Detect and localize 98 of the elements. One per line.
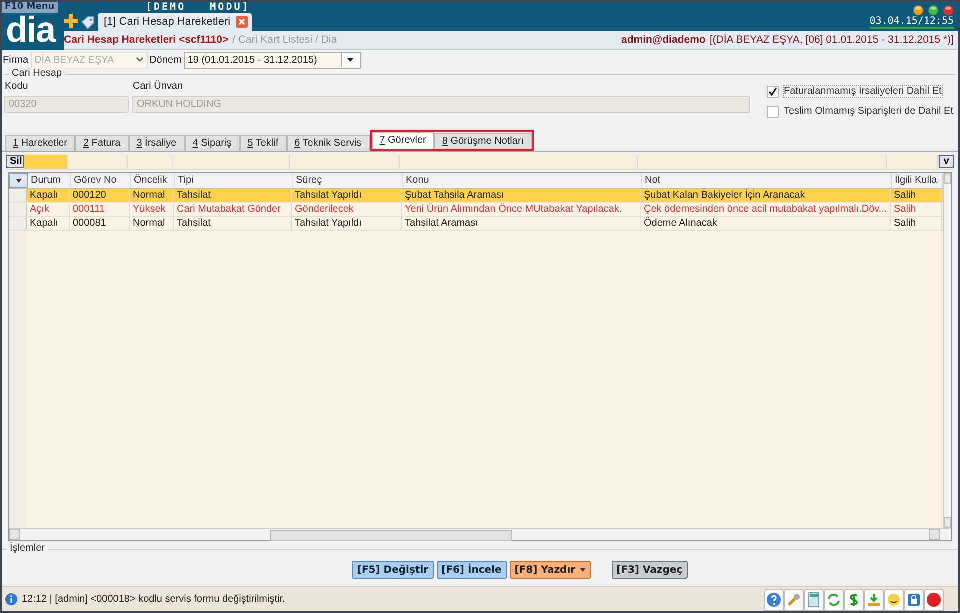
smiley-icon: [885, 591, 903, 609]
table-cell: Yeni Ürün Alımından Önce MUtabakat Yapılacak.: [402, 203, 641, 216]
user-name: admin@diademo: [621, 34, 706, 46]
column-header[interactable]: Konu: [403, 173, 642, 188]
minimize-button[interactable]: [913, 5, 924, 16]
group-title: İşlemler: [7, 543, 48, 554]
wrench-button[interactable]: [784, 589, 804, 611]
tab[interactable]: 4 Sipariş: [184, 135, 240, 151]
form-title: Cari Hesap Hareketleri <scf1110>: [64, 34, 229, 46]
dollar-button[interactable]: [844, 589, 864, 611]
lock-button[interactable]: [904, 589, 924, 611]
action-button[interactable]: [F8] Yazdır: [510, 561, 591, 579]
table-cell: Salih: [891, 189, 942, 202]
table-cell: Kapalı: [27, 189, 70, 202]
document-tab[interactable]: [1] Cari Hesap Hareketleri: [98, 13, 252, 31]
table-cell: Salih: [891, 217, 942, 230]
download-button[interactable]: [864, 589, 884, 611]
stop-icon: [925, 591, 943, 609]
tab[interactable]: 6 Teknik Servis: [286, 135, 370, 151]
tab[interactable]: 3 İrsaliye: [128, 135, 185, 151]
action-button[interactable]: [F3] Vazgeç: [612, 561, 688, 579]
table-cell: Cari Mutabakat Gönder: [174, 203, 292, 216]
tab[interactable]: 1 Hareketler: [5, 135, 76, 151]
refresh-icon: [825, 591, 843, 609]
caret-icon: [580, 568, 586, 572]
table-cell: Çek ödemesinden önce acil mutabakat yapılmalı.Döv...: [641, 203, 891, 216]
lock-icon: [905, 591, 923, 609]
help-icon: [765, 591, 783, 609]
info-icon: [5, 592, 18, 606]
session-info: [(DİA BEYAZ EŞYA, [06] 01.01.2015 - 31.12.2015 *)]: [710, 34, 954, 46]
filter-cell[interactable]: [24, 154, 68, 168]
status-message: 12:12 | [admin] <000018> kodlu servis formu değiştirilmiştir.: [22, 594, 286, 604]
column-header[interactable]: Görev No: [71, 173, 131, 188]
table-cell: Normal: [130, 217, 174, 230]
breadcrumb-path: / Cari Kart Listesi / Dia: [232, 34, 338, 46]
table-cell: Tahsilat Yapıldı: [292, 217, 402, 230]
group-title: Cari Hesap: [9, 68, 66, 79]
calculator-button[interactable]: [804, 589, 824, 611]
column-header[interactable]: Durum: [28, 173, 71, 188]
table-cell: Gönderilecek: [292, 203, 402, 216]
stop-button[interactable]: [924, 589, 944, 611]
action-button[interactable]: [F6] İncele: [436, 561, 507, 579]
checkbox[interactable]: [767, 86, 779, 98]
table-cell: Tahsilat: [174, 189, 292, 202]
table-row[interactable]: Kapalı 000081 Normal Tahsilat Tahsilat Yapıldı Tahsilat Araması Ödeme Alınacak Salih: [9, 217, 943, 231]
caret-icon: [340, 53, 360, 67]
refresh-button[interactable]: [824, 589, 844, 611]
donem-dropdown[interactable]: 19 (01.01.2015 - 31.12.2015): [184, 52, 361, 68]
table-row[interactable]: Kapalı 000120 Normal Tahsilat Tahsilat Yapıldı Şubat Tahsila Araması Şubat Kalan Bakiyeler İçin Aranacak Salih: [9, 189, 943, 203]
column-header[interactable]: Öncelik: [131, 173, 175, 188]
table-cell: Normal: [130, 189, 174, 202]
column-header[interactable]: Süreç: [293, 173, 403, 188]
table-cell: Tahsilat Araması: [402, 217, 641, 230]
checkbox[interactable]: [767, 106, 779, 118]
table-cell: Tahsilat: [174, 217, 292, 230]
download-icon: [865, 591, 883, 609]
table-cell: 000120: [70, 189, 130, 202]
plus-icon[interactable]: [64, 14, 78, 28]
table-cell: Tahsilat Yapıldı: [292, 189, 402, 202]
field-label: Firma: [3, 54, 29, 66]
menu-button[interactable]: F10 Menu: [2, 2, 58, 13]
checkbox-label: Teslim Olmamış Siparişleri de Dahil Et: [783, 105, 954, 118]
table-cell: Salih: [891, 203, 942, 216]
column-menu-button[interactable]: [9, 173, 28, 188]
table-cell: Yüksek: [130, 203, 174, 216]
close-button[interactable]: [943, 5, 954, 16]
field-label: Cari Ünvan: [132, 81, 184, 92]
smiley-button[interactable]: [884, 589, 904, 611]
tab[interactable]: 8 Görüşme Notları: [434, 133, 532, 149]
table-cell: Şubat Tahsila Araması: [402, 189, 641, 202]
table-cell: 000081: [70, 217, 130, 230]
table-cell: Açık: [27, 203, 70, 216]
horizontal-scrollbar[interactable]: [9, 528, 951, 540]
tab-title: [1] Cari Hesap Hareketleri: [104, 16, 231, 28]
action-button[interactable]: [F5] Değiştir: [352, 561, 434, 579]
wrench-icon: [785, 591, 803, 609]
tab[interactable]: 5 Teklif: [240, 135, 287, 151]
delete-button[interactable]: Sil: [6, 155, 24, 168]
table-cell: Ödeme Alınacak: [641, 217, 891, 230]
table-row[interactable]: Açık 000111 Yüksek Cari Mutabakat Gönder Gönderilecek Yeni Ürün Alımından Önce MUtabakat Yapılacak. Çek ödemesinden önce acil mutabakat yapılmalı.Döv... Salih: [9, 203, 943, 217]
table-cell: Şubat Kalan Bakiyeler İçin Aranacak: [641, 189, 891, 202]
vertical-scrollbar[interactable]: [943, 173, 951, 528]
clock: 03.04.15/12:55: [870, 16, 954, 29]
column-header[interactable]: Not: [642, 173, 892, 188]
field-label: Dönem: [150, 54, 182, 66]
table-cell: Kapalı: [27, 217, 70, 230]
table-cell: 000111: [70, 203, 130, 216]
checkbox-label: Faturalanmamış İrsaliyeleri Dahil Et: [783, 85, 943, 98]
maximize-button[interactable]: [928, 5, 939, 16]
column-menu-button[interactable]: v: [939, 155, 954, 168]
tab[interactable]: 7 Görevler: [372, 132, 434, 149]
field-label: Kodu: [4, 81, 30, 92]
help-button[interactable]: [764, 589, 784, 611]
column-header[interactable]: Tipi: [175, 173, 293, 188]
close-icon[interactable]: [236, 16, 248, 28]
tab[interactable]: 2 Fatura: [75, 135, 129, 151]
caret-icon: [16, 178, 22, 182]
mode-label: [DEMO MODU]: [146, 2, 252, 13]
